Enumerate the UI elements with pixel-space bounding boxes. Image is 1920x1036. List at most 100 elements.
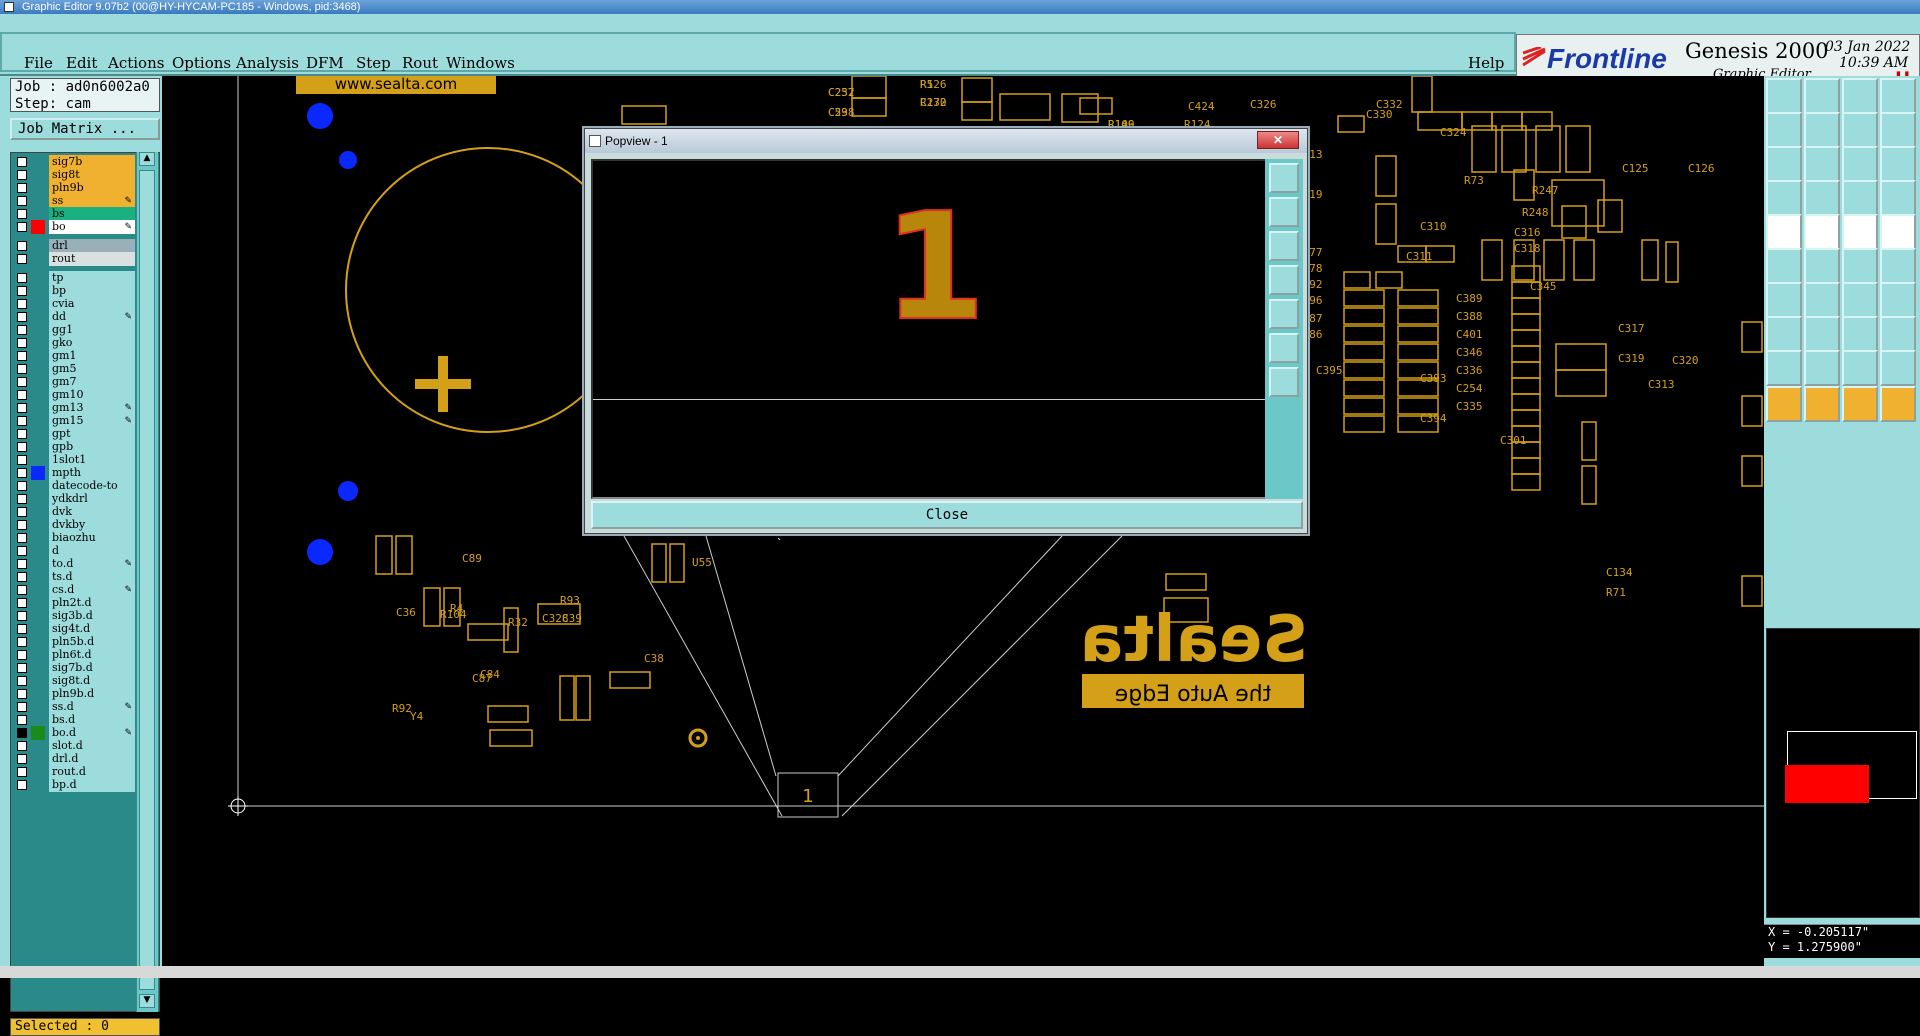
- layer-row[interactable]: dvk: [13, 505, 135, 519]
- layer-checkbox[interactable]: [17, 312, 27, 322]
- layer-row[interactable]: bo ✎: [13, 220, 135, 234]
- layer-name[interactable]: d: [49, 544, 135, 558]
- layer-row[interactable]: sig3b.d: [13, 609, 135, 623]
- layer-name[interactable]: gpb: [49, 440, 135, 454]
- layer-row[interactable]: cs.d ✎: [13, 583, 135, 597]
- home-icon[interactable]: [1842, 78, 1878, 114]
- layer-checkbox[interactable]: [17, 455, 27, 465]
- layer-row[interactable]: gko: [13, 336, 135, 350]
- layer-checkbox[interactable]: [17, 650, 27, 660]
- layer-row[interactable]: gm7: [13, 375, 135, 389]
- layer-row[interactable]: d: [13, 544, 135, 558]
- overview-viewport[interactable]: [1785, 765, 1869, 803]
- hole-icon[interactable]: [1880, 214, 1916, 250]
- layer-checkbox[interactable]: [17, 254, 27, 264]
- layer-row[interactable]: pln5b.d: [13, 635, 135, 649]
- menu-file[interactable]: File: [24, 54, 53, 72]
- save-icon[interactable]: [1804, 78, 1840, 114]
- layer-row[interactable]: biaozhu: [13, 531, 135, 545]
- layer-row[interactable]: cvia: [13, 297, 135, 311]
- layer-checkbox[interactable]: [17, 624, 27, 634]
- layer-name[interactable]: bp: [49, 284, 135, 298]
- layer-name[interactable]: pln9b.d: [49, 687, 135, 701]
- zoom-fit-icon[interactable]: [1269, 265, 1299, 295]
- triangle3-icon[interactable]: [1842, 350, 1878, 386]
- layer-checkbox[interactable]: [17, 286, 27, 296]
- layer-checkbox[interactable]: [17, 767, 27, 777]
- polygon-icon[interactable]: [1880, 248, 1916, 284]
- layer-row[interactable]: pln9b.d: [13, 687, 135, 701]
- layer-checkbox[interactable]: [17, 507, 27, 517]
- layer-checkbox[interactable]: [17, 676, 27, 686]
- job-matrix-button[interactable]: Job Matrix ...: [10, 118, 160, 140]
- layer-checkbox[interactable]: [17, 377, 27, 387]
- layer-row[interactable]: bs: [13, 207, 135, 221]
- layer-row[interactable]: gpt: [13, 427, 135, 441]
- layer-checkbox[interactable]: [17, 416, 27, 426]
- split-icon[interactable]: [1842, 316, 1878, 352]
- layer-name[interactable]: bo.d ✎: [49, 726, 135, 740]
- layer-name[interactable]: gm5: [49, 362, 135, 376]
- net-icon[interactable]: [1766, 248, 1802, 284]
- route2-icon[interactable]: [1880, 180, 1916, 216]
- scroll-down-icon[interactable]: ▼: [139, 994, 155, 1008]
- zoom-pan-icon[interactable]: [1804, 146, 1840, 182]
- layer-checkbox[interactable]: [17, 520, 27, 530]
- layer-checkbox[interactable]: [17, 351, 27, 361]
- layer-checkbox[interactable]: [17, 390, 27, 400]
- layer-name[interactable]: dvkby: [49, 518, 135, 532]
- layer-row[interactable]: rout: [13, 252, 135, 266]
- layer-list-scrollbar[interactable]: ▲ ▼: [136, 152, 158, 1012]
- open-icon[interactable]: [1766, 78, 1802, 114]
- menu-step[interactable]: Step: [356, 54, 391, 72]
- triangle2-icon[interactable]: [1804, 350, 1840, 386]
- layer-name[interactable]: pln2t.d: [49, 596, 135, 610]
- triangle-icon[interactable]: [1766, 350, 1802, 386]
- layer-checkbox[interactable]: [17, 429, 27, 439]
- layer-row[interactable]: gm13 ✎: [13, 401, 135, 415]
- layer-name[interactable]: tp: [49, 271, 135, 285]
- layer-checkbox[interactable]: [17, 481, 27, 491]
- layer-row[interactable]: dd ✎: [13, 310, 135, 324]
- layer-row[interactable]: pln9b: [13, 181, 135, 195]
- layer-left-icon[interactable]: [1766, 112, 1802, 148]
- layer-checkbox[interactable]: [17, 572, 27, 582]
- layer-row[interactable]: gg1: [13, 323, 135, 337]
- layer-row[interactable]: mpth: [13, 466, 135, 480]
- layer-name[interactable]: sig8t.d: [49, 674, 135, 688]
- layer-row[interactable]: gm15 ✎: [13, 414, 135, 428]
- select-icon[interactable]: [1804, 386, 1840, 422]
- layer-name[interactable]: cvia: [49, 297, 135, 311]
- layer-name[interactable]: gm10: [49, 388, 135, 402]
- pointer-icon[interactable]: [1766, 386, 1802, 422]
- layer-checkbox[interactable]: [17, 559, 27, 569]
- layer-name[interactable]: datecode-to: [49, 479, 135, 493]
- layer-row[interactable]: sig7b: [13, 155, 135, 169]
- layer-name[interactable]: rout.d: [49, 765, 135, 779]
- layer-row[interactable]: gpb: [13, 440, 135, 454]
- layer-name[interactable]: sig7b.d: [49, 661, 135, 675]
- layer-row[interactable]: pln2t.d: [13, 596, 135, 610]
- layer-row[interactable]: slot.d: [13, 739, 135, 753]
- layer-name[interactable]: bs: [49, 207, 135, 221]
- layer-name[interactable]: rout: [49, 252, 135, 266]
- scroll-up-icon[interactable]: ▲: [139, 152, 155, 166]
- layer-name[interactable]: sig4t.d: [49, 622, 135, 636]
- scroll-thumb[interactable]: [139, 170, 155, 990]
- measure-icon[interactable]: [1842, 214, 1878, 250]
- redo-icon[interactable]: [1880, 112, 1916, 148]
- layer-row[interactable]: dvkby: [13, 518, 135, 532]
- move-icon[interactable]: [1766, 316, 1802, 352]
- layer-row[interactable]: 1slot1: [13, 453, 135, 467]
- layer-checkbox[interactable]: [17, 494, 27, 504]
- layer-checkbox[interactable]: [17, 728, 27, 738]
- layer-name[interactable]: biaozhu: [49, 531, 135, 545]
- grid-icon[interactable]: [1804, 180, 1840, 216]
- arc-cw-icon[interactable]: [1842, 282, 1878, 318]
- layer-checkbox[interactable]: [17, 442, 27, 452]
- layer-row[interactable]: bp: [13, 284, 135, 298]
- layer-row[interactable]: gm10: [13, 388, 135, 402]
- layer-name[interactable]: bo ✎: [49, 220, 135, 234]
- menu-dfm[interactable]: DFM: [306, 54, 344, 72]
- zoom-in-icon[interactable]: [1269, 197, 1299, 227]
